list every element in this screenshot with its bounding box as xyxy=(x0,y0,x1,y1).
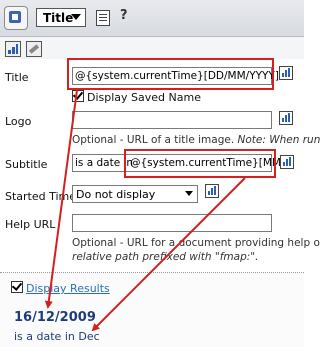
subtitle-arrow xyxy=(91,177,246,332)
annotation-arrows xyxy=(44,89,246,332)
title-arrow xyxy=(44,89,78,309)
